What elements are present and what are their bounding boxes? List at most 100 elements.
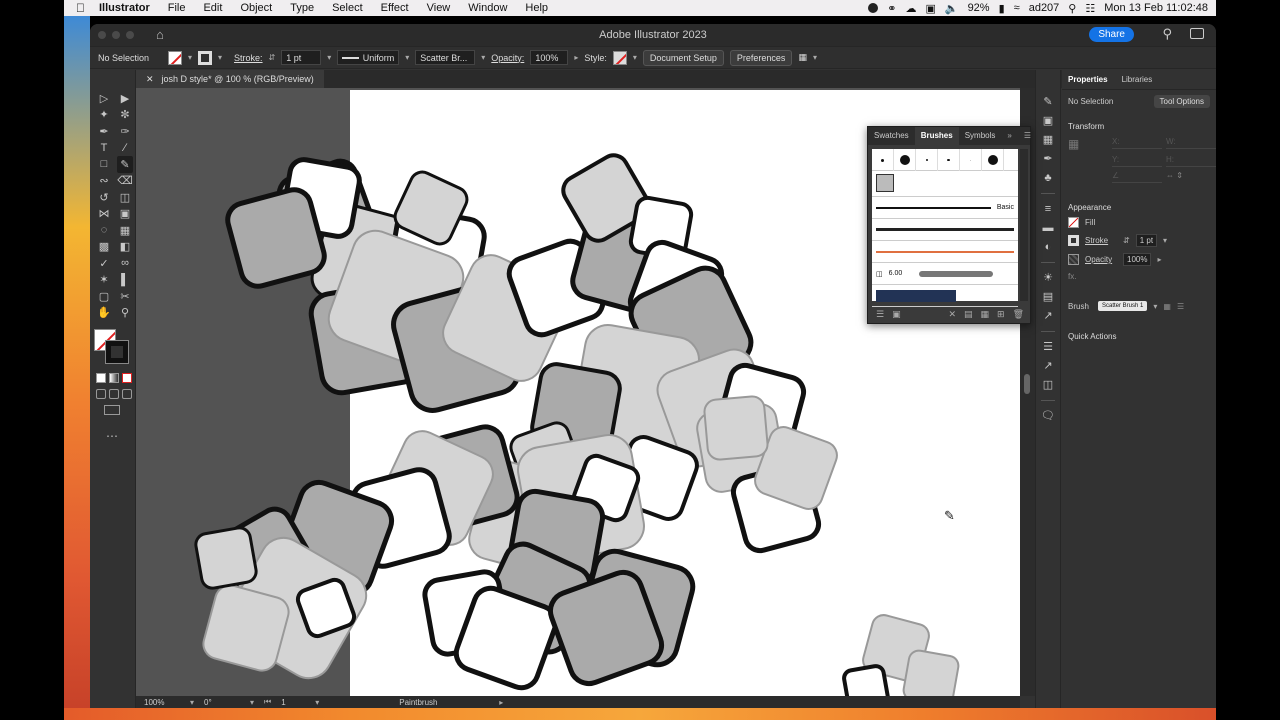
draw-normal-icon[interactable] (96, 389, 106, 399)
stroke-swatch[interactable] (198, 50, 213, 65)
menu-effect[interactable]: Effect (372, 2, 418, 14)
slice-tool-icon[interactable]: ✂ (117, 288, 133, 305)
stroke-panel-icon[interactable]: ▬ (1041, 221, 1055, 235)
style-swatch[interactable] (612, 50, 627, 65)
y-field[interactable]: Y: (1112, 155, 1162, 167)
opacity-arrow-icon[interactable]: ▸ (574, 53, 578, 62)
brush-dot-4[interactable] (938, 149, 960, 171)
menubar-clock[interactable]: Mon 13 Feb 11:02:48 (1104, 2, 1208, 14)
bristle-brush-row[interactable]: ◫ 6.00 (872, 263, 1018, 285)
document-setup-button[interactable]: Document Setup (642, 49, 724, 66)
shaper-tool-icon[interactable]: ∾ (96, 173, 112, 190)
tab-properties[interactable]: Properties (1068, 75, 1108, 84)
brush-libraries-icon[interactable]: ☰ (876, 309, 884, 320)
spotlight-icon[interactable]: ⚲ (1068, 2, 1076, 15)
first-artboard-icon[interactable]: ⏮ (264, 697, 271, 707)
brush-library-icon[interactable]: ☰ (1177, 302, 1184, 311)
creative-cloud-icon[interactable]: ⚭ (887, 2, 896, 15)
rotation-value[interactable]: 0° (204, 698, 240, 707)
rounded-square-shape[interactable] (194, 526, 258, 590)
libraries-panel-icon[interactable]: ▣ (1041, 114, 1055, 128)
appearance-stroke-input[interactable]: 1 pt (1135, 234, 1158, 247)
delete-brush-icon[interactable]: 🗑 (1013, 309, 1024, 320)
display-icon[interactable]: ▣ (925, 2, 935, 15)
stroke-stepper-icon[interactable]: ⇵ (269, 53, 276, 62)
shape-builder-tool-icon[interactable]: ◌ (96, 222, 112, 239)
stroke-dropdown-icon[interactable]: ▾ (218, 53, 222, 62)
export-panel-icon[interactable]: ↗ (1041, 309, 1055, 323)
menu-window[interactable]: Window (459, 2, 516, 14)
lasso-tool-icon[interactable]: ✼ (117, 107, 133, 124)
gradient-tool-icon[interactable]: ◧ (117, 239, 133, 256)
libraries-panel-button-icon[interactable]: ▣ (892, 309, 901, 320)
scale-tool-icon[interactable]: ◫ (117, 189, 133, 206)
hand-tool-icon[interactable]: ✋ (96, 305, 112, 322)
profile-dropdown-icon[interactable]: ▾ (405, 53, 409, 62)
pattern-brush-row[interactable] (872, 285, 1018, 307)
home-icon[interactable]: ⌂ (156, 28, 170, 42)
search-icon[interactable]: ⚲ (1162, 26, 1172, 42)
brush-definition[interactable]: Scatter Br... (415, 50, 476, 65)
volume-icon[interactable]: 🔈 (945, 2, 959, 15)
appearance-opacity-input[interactable]: 100% (1123, 253, 1152, 266)
brush-field[interactable]: Scatter Brush 1 (1098, 301, 1148, 311)
menu-type[interactable]: Type (281, 2, 323, 14)
new-brush-icon[interactable]: ⊞ (997, 309, 1005, 320)
document-tab[interactable]: ✕ josh D style* @ 100 % (RGB/Preview) (136, 70, 324, 88)
rectangle-tool-icon[interactable]: □ (96, 156, 112, 173)
rotation-dropdown-icon[interactable]: ▾ (250, 698, 254, 707)
wifi-icon[interactable]: ≈ (1014, 2, 1020, 14)
comments-panel-icon[interactable]: 🗨 (1041, 409, 1055, 423)
width-tool-icon[interactable]: ⋈ (96, 206, 112, 223)
brush-dot-6[interactable] (982, 149, 1004, 171)
blend-tool-icon[interactable]: ∞ (117, 255, 133, 272)
menu-edit[interactable]: Edit (194, 2, 231, 14)
brush-options-icon[interactable]: ▦ (1163, 302, 1171, 311)
arrange-dropdown-icon[interactable]: ▾ (813, 53, 817, 62)
type-tool-icon[interactable]: T (96, 140, 112, 157)
perspective-grid-tool-icon[interactable]: ▦ (117, 222, 133, 239)
remove-stroke-icon[interactable]: ✕ (948, 309, 956, 320)
brush-dot-1[interactable] (872, 149, 894, 171)
brush-list-scrollbar[interactable] (1020, 149, 1028, 301)
share-button[interactable]: Share (1089, 27, 1134, 42)
fx-button[interactable]: fx. (1068, 272, 1076, 281)
brush-dropdown-icon[interactable]: ▾ (481, 53, 485, 62)
rounded-square-shape[interactable] (224, 186, 328, 290)
rounded-square-shape[interactable] (842, 664, 890, 696)
column-graph-tool-icon[interactable]: ▌ (117, 272, 133, 289)
reference-point-icon[interactable]: ▦ (1068, 137, 1108, 151)
preferences-button[interactable]: Preferences (729, 49, 793, 66)
user-name[interactable]: ad207 (1029, 2, 1060, 14)
brush-options-button-icon[interactable]: ▦ (981, 309, 990, 320)
artboard-dropdown-icon[interactable]: ▾ (315, 698, 319, 707)
options-selected-object-icon[interactable]: ▤ (964, 309, 973, 320)
links-panel-icon[interactable]: ↗ (1041, 359, 1055, 373)
stroke-color-icon[interactable] (105, 340, 129, 364)
color-mode-icon[interactable] (96, 373, 106, 383)
symbols-panel-icon[interactable]: ♣ (1041, 171, 1055, 185)
zoom-tool-icon[interactable]: ⚲ (117, 305, 133, 322)
tab-libraries[interactable]: Libraries (1122, 75, 1153, 84)
close-tab-icon[interactable]: ✕ (146, 74, 154, 85)
menu-help[interactable]: Help (516, 2, 557, 14)
brush-dot-2[interactable] (894, 149, 916, 171)
record-icon[interactable] (868, 3, 879, 13)
opacity-label[interactable]: Opacity: (491, 53, 524, 63)
basic-brush-row[interactable]: Basic (872, 197, 1018, 219)
variable-width-profile[interactable]: Uniform (337, 50, 400, 65)
apple-menu-icon[interactable]:  (76, 1, 90, 15)
control-center-icon[interactable]: ☷ (1085, 2, 1095, 15)
artboards-panel-icon[interactable]: ◫ (1041, 378, 1055, 392)
menu-object[interactable]: Object (231, 2, 281, 14)
charcoal-brush-row[interactable] (872, 219, 1018, 241)
direct-selection-tool-icon[interactable]: ▶ (117, 90, 133, 107)
symbol-sprayer-tool-icon[interactable]: ✶ (96, 272, 112, 289)
transparency-panel-icon[interactable]: ◐ (1041, 240, 1055, 254)
screen-mode-icon[interactable] (104, 405, 120, 415)
arrange-documents-icon[interactable]: ▦ (798, 52, 807, 63)
tab-brushes[interactable]: Brushes (914, 127, 959, 145)
art-brush-row[interactable] (872, 241, 1018, 263)
battery-percent[interactable]: 92% (968, 2, 990, 14)
fill-stroke-widget[interactable] (94, 329, 132, 367)
